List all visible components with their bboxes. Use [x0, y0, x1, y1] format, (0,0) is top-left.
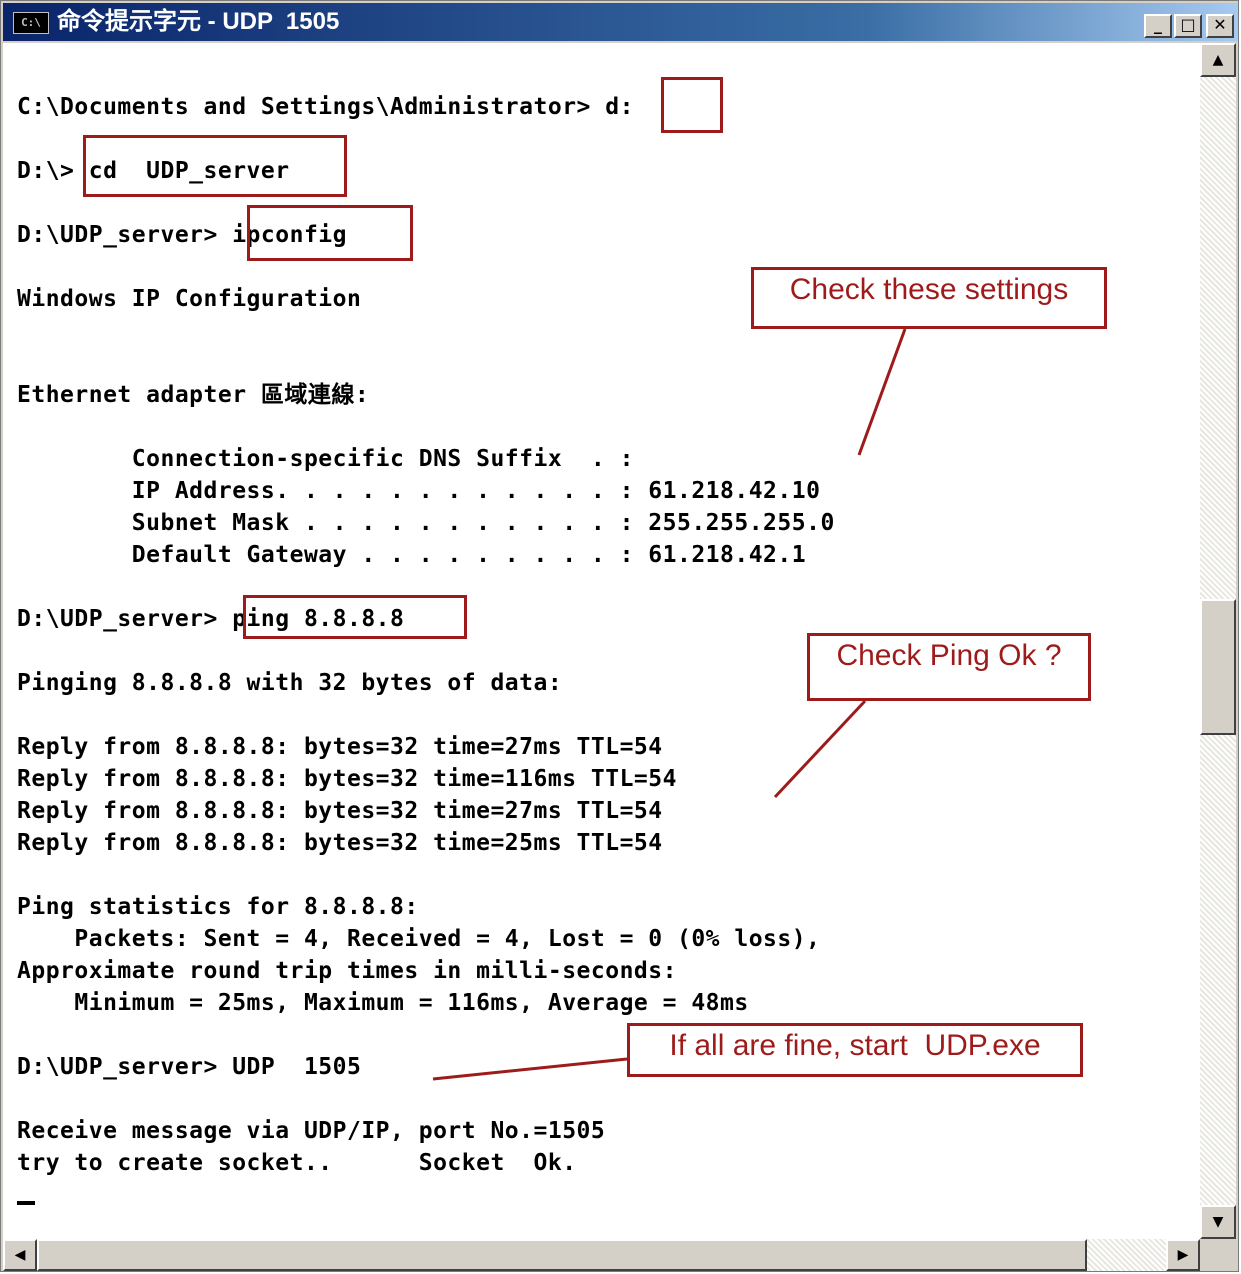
title-bar[interactable]: C:\ 命令提示字元 - UDP 1505 [3, 3, 1238, 41]
highlight-box-d [661, 77, 723, 133]
console-output[interactable]: C:\Documents and Settings\Administrator>… [3, 43, 1200, 1239]
arrow-down-icon: ▼ [1212, 1214, 1224, 1230]
command-prompt-window: C:\ 命令提示字元 - UDP 1505 _ □ ✕ C:\Documents… [0, 0, 1239, 1272]
console-line: Reply from 8.8.8.8: bytes=32 time=27ms T… [17, 734, 663, 760]
console-line: Reply from 8.8.8.8: bytes=32 time=116ms … [17, 766, 677, 792]
console-line: C:\Documents and Settings\Administrator>… [17, 94, 634, 120]
horizontal-scrollbar[interactable]: ◀ ▶ [3, 1239, 1200, 1271]
callout-check-ping: Check Ping Ok ? [807, 633, 1091, 701]
console-line: Packets: Sent = 4, Received = 4, Lost = … [17, 926, 821, 952]
horizontal-scroll-thumb[interactable] [37, 1239, 1087, 1271]
console-line: Pinging 8.8.8.8 with 32 bytes of data: [17, 670, 563, 696]
text-cursor [17, 1201, 35, 1205]
minimize-icon: _ [1154, 15, 1162, 34]
resize-grip-icon[interactable] [1200, 1239, 1236, 1271]
close-button[interactable]: ✕ [1206, 14, 1234, 38]
scroll-up-button[interactable]: ▲ [1200, 43, 1236, 77]
callout-start-udp: If all are fine, start UDP.exe [627, 1023, 1083, 1077]
arrow-right-icon: ▶ [1177, 1247, 1189, 1263]
window-title: 命令提示字元 - UDP 1505 [57, 8, 340, 35]
maximize-button[interactable]: □ [1174, 14, 1202, 38]
cmd-icon[interactable]: C:\ [13, 12, 49, 34]
console-line: Reply from 8.8.8.8: bytes=32 time=25ms T… [17, 830, 663, 856]
vertical-scrollbar[interactable]: ▲ ▼ [1200, 43, 1236, 1239]
highlight-box-cd [83, 135, 347, 197]
minimize-button[interactable]: _ [1144, 14, 1172, 38]
scroll-left-button[interactable]: ◀ [3, 1239, 37, 1271]
console-line: Approximate round trip times in milli-se… [17, 958, 677, 984]
callout-check-settings: Check these settings [751, 267, 1107, 329]
console-line: try to create socket.. Socket Ok. [17, 1150, 577, 1176]
pointer-line-ping [773, 699, 867, 799]
console-line: Minimum = 25ms, Maximum = 116ms, Average… [17, 990, 749, 1016]
console-line: IP Address. . . . . . . . . . . . : 61.2… [17, 478, 821, 504]
scroll-right-button[interactable]: ▶ [1166, 1239, 1200, 1271]
scroll-down-button[interactable]: ▼ [1200, 1205, 1236, 1239]
console-line: Receive message via UDP/IP, port No.=150… [17, 1118, 606, 1144]
console-line: Subnet Mask . . . . . . . . . . . : 255.… [17, 510, 835, 536]
arrow-left-icon: ◀ [14, 1247, 26, 1263]
console-line: D:\UDP_server> UDP 1505 [17, 1054, 362, 1080]
pointer-line-settings [857, 328, 907, 456]
console-line: Reply from 8.8.8.8: bytes=32 time=27ms T… [17, 798, 663, 824]
vertical-scroll-thumb[interactable] [1200, 599, 1236, 735]
maximize-icon: □ [1180, 15, 1196, 34]
close-icon: ✕ [1213, 15, 1227, 34]
console-line: Ethernet adapter 區域連線: [17, 382, 370, 408]
console-line: Connection-specific DNS Suffix . : [17, 446, 634, 472]
console-line: Windows IP Configuration [17, 286, 362, 312]
highlight-box-ping [243, 595, 467, 639]
arrow-up-icon: ▲ [1212, 52, 1224, 68]
console-line: Default Gateway . . . . . . . . . : 61.2… [17, 542, 807, 568]
pointer-line-udp [432, 1057, 628, 1081]
highlight-box-ipconfig [247, 205, 413, 261]
console-line: Ping statistics for 8.8.8.8: [17, 894, 419, 920]
